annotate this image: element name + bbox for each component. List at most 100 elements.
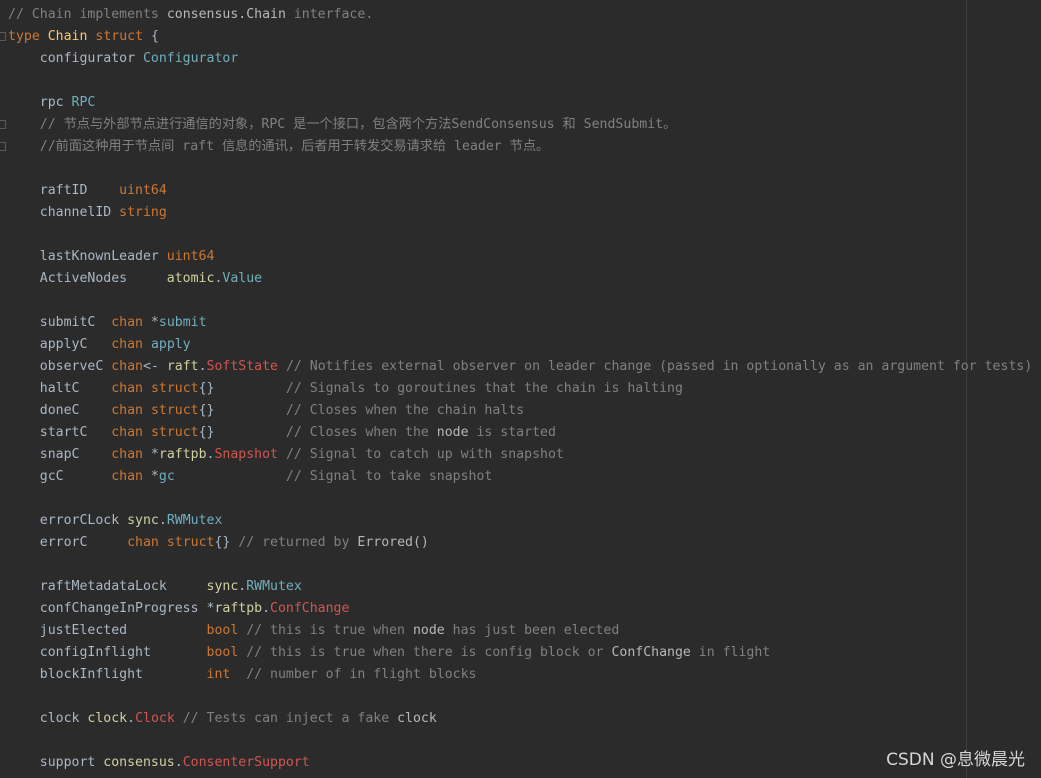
code-line[interactable]: raftMetadataLock sync.RWMutex <box>8 576 1032 598</box>
code-line[interactable]: errorC chan struct{} // returned by Erro… <box>8 532 1032 554</box>
code-token: chan <box>111 315 143 330</box>
code-token: clock <box>8 711 88 726</box>
code-line[interactable]: justElected bool // this is true when no… <box>8 620 1032 642</box>
code-line[interactable]: // 节点与外部节点进行通信的对象，RPC 是一个接口，包含两个方法SendCo… <box>8 114 1032 136</box>
code-token: atomic <box>166 271 215 286</box>
code-token: chan <box>111 359 143 374</box>
code-line[interactable]: doneC chan struct{} // Closes when the c… <box>8 400 1032 422</box>
code-line[interactable]: haltC chan struct{} // Signals to gorout… <box>8 378 1032 400</box>
code-token: has just been elected <box>444 623 620 638</box>
code-line[interactable]: configurator Configurator <box>8 48 1032 70</box>
code-token: Errored() <box>357 535 429 550</box>
code-token: chan <box>111 403 143 418</box>
code-line[interactable]: ActiveNodes atomic.Value <box>8 268 1032 290</box>
fold-marker-icon[interactable] <box>0 32 6 41</box>
code-line[interactable]: errorCLock sync.RWMutex <box>8 510 1032 532</box>
code-line[interactable]: channelID string <box>8 202 1032 224</box>
code-line[interactable]: observeC chan<- raft.SoftState // Notifi… <box>8 356 1033 378</box>
code-line[interactable]: gcC chan *gc // Signal to take snapshot <box>8 466 1032 488</box>
code-line[interactable] <box>8 290 1032 312</box>
code-token: // Tests can inject a fake <box>174 711 398 726</box>
code-token: node <box>412 623 445 638</box>
code-token: . <box>127 711 136 726</box>
code-line[interactable]: type Chain struct { <box>8 26 1032 48</box>
code-token: applyC <box>8 337 112 352</box>
code-lines[interactable]: // Chain implements consensus.Chain inte… <box>8 4 1032 774</box>
code-token: raftpb <box>158 447 207 462</box>
code-editor[interactable]: // Chain implements consensus.Chain inte… <box>0 0 1041 778</box>
code-token: rpc <box>8 95 72 110</box>
code-token: {} <box>198 403 286 418</box>
code-line[interactable]: support consensus.ConsenterSupport <box>8 752 1032 774</box>
code-token: implements <box>79 7 159 22</box>
code-token: apply <box>150 337 191 352</box>
fold-marker-icon[interactable] <box>0 120 6 129</box>
code-token: {} <box>214 535 239 550</box>
code-line[interactable]: raftID uint64 <box>8 180 1032 202</box>
code-token: uint64 <box>119 183 167 198</box>
code-line[interactable] <box>8 686 1032 708</box>
code-line[interactable]: configInflight bool // this is true when… <box>8 642 1032 664</box>
code-token: RWMutex <box>166 513 223 528</box>
code-token: struct <box>166 535 215 550</box>
code-token: // number of in flight blocks <box>230 667 477 682</box>
code-line[interactable]: snapC chan *raftpb.Snapshot // Signal to… <box>8 444 1032 466</box>
watermark: CSDN @息微晨光 <box>886 750 1025 770</box>
code-token: chan <box>111 381 143 396</box>
code-token: raft <box>166 359 199 374</box>
code-line[interactable]: applyC chan apply <box>8 334 1032 356</box>
code-token: lastKnownLeader <box>8 249 167 264</box>
code-token: * <box>142 447 159 462</box>
code-line[interactable]: confChangeInProgress *raftpb.ConfChange <box>8 598 1032 620</box>
code-token: SoftState <box>206 359 278 374</box>
code-token: node <box>436 425 469 440</box>
code-token: raftID <box>8 183 120 198</box>
code-token: observeC <box>8 359 112 374</box>
code-line[interactable] <box>8 70 1032 92</box>
code-token: Snapshot <box>214 447 278 462</box>
code-line[interactable] <box>8 158 1032 180</box>
code-token: uint64 <box>166 249 215 264</box>
code-token: chan <box>127 535 159 550</box>
code-line[interactable]: lastKnownLeader uint64 <box>8 246 1032 268</box>
code-line[interactable]: rpc RPC <box>8 92 1032 114</box>
code-line[interactable]: //前面这种用于节点间 raft 信息的通讯，后者用于转发交易请求给 leade… <box>8 136 1032 158</box>
code-token: clock <box>397 711 437 726</box>
code-token: struct <box>95 29 144 44</box>
code-line[interactable] <box>8 488 1032 510</box>
code-token: struct <box>150 403 199 418</box>
code-token: chan <box>111 447 143 462</box>
code-token: // Closes when the <box>285 425 437 440</box>
code-token: . <box>174 755 183 770</box>
code-token: // 节点与外部节点进行通信的对象，RPC 是一个接口，包含两个方法SendCo… <box>8 117 677 132</box>
code-line[interactable]: clock clock.Clock // Tests can inject a … <box>8 708 1032 730</box>
code-token: . <box>158 513 167 528</box>
code-token: is started <box>468 425 556 440</box>
code-token: int <box>206 667 231 682</box>
code-token: gcC <box>8 469 112 484</box>
code-token: bool <box>206 645 239 660</box>
code-token: ActiveNodes <box>8 271 167 286</box>
fold-marker-icon[interactable] <box>0 142 6 151</box>
code-token: RPC <box>71 95 96 110</box>
code-line[interactable]: blockInflight int // number of in flight… <box>8 664 1032 686</box>
code-token: RWMutex <box>246 579 302 594</box>
code-token: bool <box>206 623 239 638</box>
code-token: configurator <box>8 51 143 66</box>
code-line[interactable] <box>8 730 1032 752</box>
code-token: . <box>198 359 207 374</box>
code-token: * <box>142 469 159 484</box>
code-line[interactable] <box>8 554 1032 576</box>
code-token: haltC <box>8 381 112 396</box>
code-token: { <box>143 29 159 44</box>
code-token: sync <box>127 513 159 528</box>
code-token: ConfChange <box>611 645 691 660</box>
code-line[interactable]: submitC chan *submit <box>8 312 1032 334</box>
code-line[interactable]: startC chan struct{} // Closes when the … <box>8 422 1032 444</box>
code-line[interactable]: // Chain implements consensus.Chain inte… <box>8 4 1032 26</box>
code-token: in flight <box>690 645 771 660</box>
code-line[interactable] <box>8 224 1032 246</box>
code-token: startC <box>8 425 112 440</box>
